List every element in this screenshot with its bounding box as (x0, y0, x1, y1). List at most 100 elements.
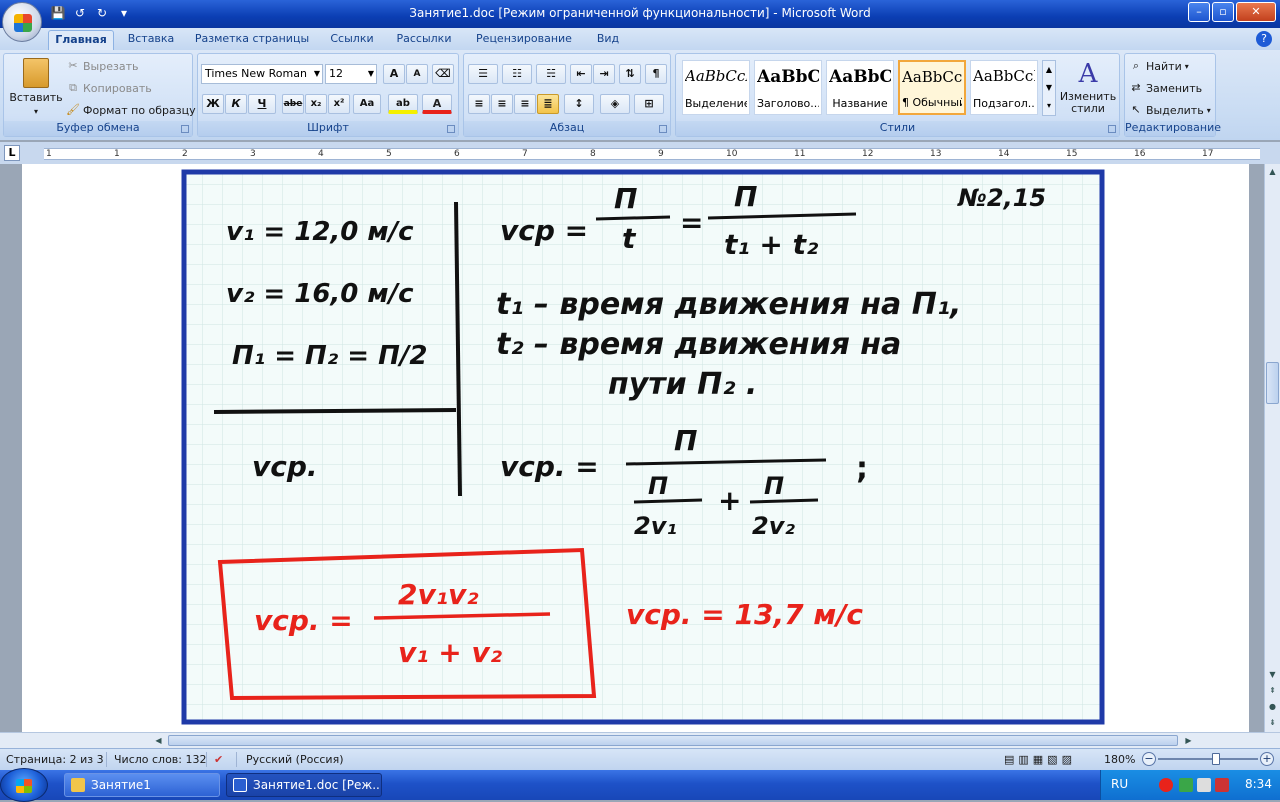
superscript-button[interactable]: x² (328, 94, 350, 114)
justify-button[interactable]: ≣ (537, 94, 559, 114)
browse-object-icon[interactable]: ● (1266, 700, 1279, 714)
bold-button[interactable]: Ж (202, 94, 224, 114)
style-name: ¶ Обычный (902, 96, 962, 109)
highlight-button[interactable]: ab (388, 94, 418, 114)
numbering-button[interactable]: ☷ (502, 64, 532, 84)
cut-button[interactable]: ✂ Вырезать (66, 59, 138, 73)
align-right-button[interactable]: ≡ (514, 94, 536, 114)
strikethrough-button[interactable]: abe (282, 94, 304, 114)
shrink-font-button[interactable]: A (406, 64, 428, 84)
answer-lhs: vср. = (254, 604, 353, 637)
start-button[interactable] (0, 768, 48, 802)
font-size-combo[interactable]: 12 ▼ (325, 64, 377, 84)
format-painter-button[interactable]: 🖌 Формат по образцу (66, 103, 196, 117)
document-page[interactable]: №2,15 v₁ = 12,0 м/с v₂ = 16,0 м/с П₁ = П… (22, 164, 1249, 732)
font-color-button[interactable]: A (422, 94, 452, 114)
tab-selector-icon[interactable]: L (4, 145, 20, 161)
align-left-button[interactable]: ≡ (468, 94, 490, 114)
styles-scroll[interactable]: ▲ ▼ ▾ (1042, 60, 1056, 116)
dialog-launcher-icon[interactable] (181, 125, 189, 133)
system-tray: RU 8:34 (1100, 770, 1280, 800)
style-subtitle[interactable]: AaBbCcI Подзагол... (970, 60, 1038, 115)
line-spacing-button[interactable]: ↕ (564, 94, 594, 114)
grow-font-button[interactable]: A (383, 64, 405, 84)
tab-mailings[interactable]: Рассылки (390, 30, 458, 50)
find-button[interactable]: ⌕ Найти ▾ (1129, 59, 1189, 73)
office-button[interactable] (2, 2, 42, 42)
zoom-slider[interactable] (1158, 758, 1258, 760)
horizontal-scrollbar[interactable]: ◀ ▶ (0, 732, 1280, 748)
image-frame (181, 169, 1105, 725)
change-styles-button[interactable]: A Изменить стили (1060, 60, 1116, 115)
help-icon[interactable]: ? (1256, 31, 1272, 47)
style-emphasis[interactable]: AaBbCcI Выделение (682, 60, 750, 115)
subscript-button[interactable]: x₂ (305, 94, 327, 114)
scroll-right-icon[interactable]: ▶ (1182, 734, 1195, 748)
next-page-icon[interactable]: ⇟ (1266, 716, 1279, 730)
borders-button[interactable]: ⊞ (634, 94, 664, 114)
style-title[interactable]: AaBbC Название (826, 60, 894, 115)
horizontal-scroll-thumb[interactable] (168, 735, 1178, 746)
vertical-scroll-thumb[interactable] (1266, 362, 1279, 404)
style-heading[interactable]: AaBbC Заголово... (754, 60, 822, 115)
word-count[interactable]: Число слов: 132 (114, 753, 207, 766)
scroll-up-icon[interactable]: ▲ (1266, 165, 1279, 179)
zoom-slider-thumb[interactable] (1212, 753, 1220, 765)
ruler-number: 3 (250, 149, 256, 159)
underline-button[interactable]: Ч (248, 94, 276, 114)
scroll-left-icon[interactable]: ◀ (152, 734, 165, 748)
view-buttons[interactable]: ▤▥▦▧▨ (1004, 753, 1076, 766)
vertical-scrollbar[interactable]: ▲ ▼ ⇞ ● ⇟ (1264, 164, 1280, 732)
tab-home[interactable]: Главная (48, 30, 114, 50)
zoom-out-button[interactable]: − (1142, 752, 1156, 766)
zoom-level[interactable]: 180% (1104, 753, 1135, 766)
maximize-button[interactable]: ▫ (1212, 2, 1234, 22)
multilevel-button[interactable]: ☵ (536, 64, 566, 84)
increase-indent-button[interactable]: ⇥ (593, 64, 615, 84)
volume-icon[interactable] (1197, 778, 1211, 792)
antivirus-icon[interactable] (1159, 778, 1173, 792)
tab-page-layout[interactable]: Разметка страницы (190, 30, 314, 50)
dialog-launcher-icon[interactable] (447, 125, 455, 133)
input-language[interactable]: RU (1111, 777, 1128, 791)
fraction-bar (749, 498, 819, 504)
spellcheck-icon[interactable]: ✔ (214, 753, 223, 766)
minimize-button[interactable]: – (1188, 2, 1210, 22)
clear-format-button[interactable]: ⌫ (432, 64, 454, 84)
tab-review[interactable]: Рецензирование (466, 30, 582, 50)
style-normal[interactable]: AaBbCcI ¶ Обычный (898, 60, 966, 115)
sort-button[interactable]: ⇅ (619, 64, 641, 84)
prev-page-icon[interactable]: ⇞ (1266, 684, 1279, 698)
taskbar-item-folder[interactable]: Занятие1 (64, 773, 220, 797)
paste-button[interactable]: Вставить ▾ (8, 58, 64, 116)
tab-insert[interactable]: Вставка (120, 30, 182, 50)
show-marks-button[interactable]: ¶ (645, 64, 667, 84)
language[interactable]: Русский (Россия) (246, 753, 344, 766)
ruler-number: 4 (318, 149, 324, 159)
tray-app-icon[interactable] (1215, 778, 1229, 792)
align-center-button[interactable]: ≡ (491, 94, 513, 114)
font-name-combo[interactable]: Times New Roman ▼ (201, 64, 323, 84)
copy-button[interactable]: ⧉ Копировать (66, 81, 152, 95)
network-icon[interactable] (1179, 778, 1193, 792)
style-preview: AaBbCcI (685, 67, 747, 85)
document-area: №2,15 v₁ = 12,0 м/с v₂ = 16,0 м/с П₁ = П… (0, 164, 1264, 732)
italic-button[interactable]: К (225, 94, 247, 114)
bullets-button[interactable]: ☰ (468, 64, 498, 84)
replace-button[interactable]: ⇄ Заменить (1129, 81, 1202, 95)
taskbar-item-word[interactable]: Занятие1.doc [Реж... (226, 773, 382, 797)
select-button[interactable]: ↖ Выделить ▾ (1129, 103, 1210, 117)
dialog-launcher-icon[interactable] (1108, 125, 1116, 133)
zoom-in-button[interactable]: + (1260, 752, 1274, 766)
dialog-launcher-icon[interactable] (659, 125, 667, 133)
shading-button[interactable]: ◈ (600, 94, 630, 114)
close-button[interactable]: ✕ (1236, 2, 1276, 22)
page-count[interactable]: Страница: 2 из 3 (6, 753, 104, 766)
decrease-indent-button[interactable]: ⇤ (570, 64, 592, 84)
change-case-button[interactable]: Aa (353, 94, 381, 114)
horizontal-ruler[interactable]: L 1 1 2 3 4 5 6 7 8 9 10 11 12 13 14 15 16 17 (0, 142, 1280, 164)
scroll-down-icon[interactable]: ▼ (1266, 668, 1279, 682)
tab-view[interactable]: Вид (590, 30, 626, 50)
clock[interactable]: 8:34 (1245, 777, 1272, 791)
tab-references[interactable]: Ссылки (322, 30, 382, 50)
